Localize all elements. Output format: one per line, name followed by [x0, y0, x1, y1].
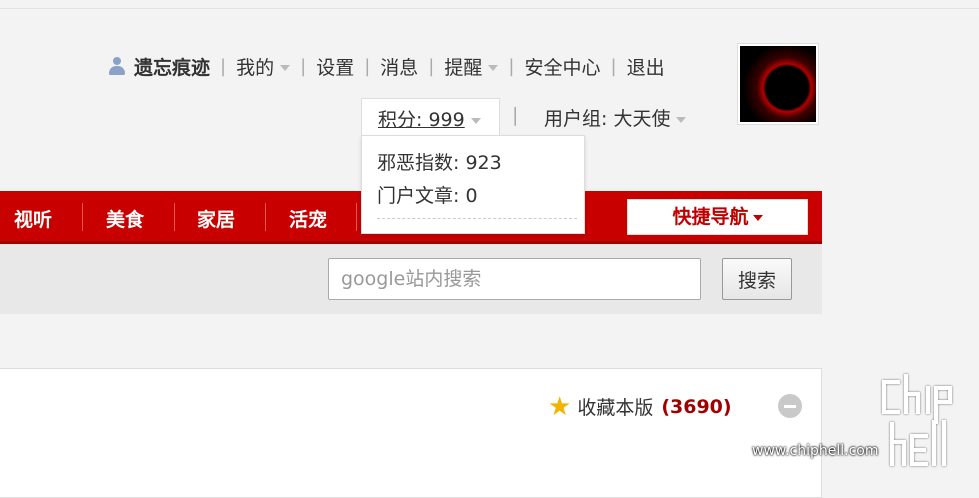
search-button[interactable]: 搜索 [722, 258, 792, 300]
divider: | [220, 55, 227, 77]
nav-item-video[interactable]: 视听 [14, 205, 52, 232]
nav-item-home[interactable]: 家居 [197, 205, 235, 232]
divider: | [512, 104, 519, 126]
chevron-down-icon [280, 65, 291, 71]
watermark-logo [882, 374, 952, 466]
evil-index-item: 邪恶指数: 923 [377, 152, 502, 174]
dropdown-divider [377, 218, 577, 219]
quick-nav-button[interactable]: 快捷导航 [627, 199, 808, 235]
nav-divider [174, 203, 175, 231]
star-icon: ★ [548, 391, 572, 422]
user-bar: 遗忘痕迹 | 我的 | 设置 | 消息 | 提醒 | 安全中心 | 退出 [108, 52, 665, 80]
nav-divider [265, 203, 266, 231]
nav-divider [356, 203, 357, 231]
reminders-link[interactable]: 提醒 [444, 53, 499, 80]
collapse-icon[interactable] [778, 394, 802, 418]
logout-link[interactable]: 退出 [627, 53, 665, 80]
nav-divider [82, 203, 83, 231]
chevron-down-icon [676, 116, 687, 123]
nav-item-food[interactable]: 美食 [106, 205, 144, 232]
my-menu-label: 我的 [236, 56, 275, 79]
favorite-count: (3690) [661, 395, 732, 418]
points-label: 积分: 999 [378, 109, 465, 131]
settings-link[interactable]: 设置 [316, 53, 354, 80]
chevron-down-icon [470, 117, 481, 124]
avatar[interactable] [737, 43, 819, 125]
forum-header-panel: ★ 收藏本版 (3690) [0, 368, 822, 498]
usergroup-label: 用户组: 大天使 [544, 108, 671, 130]
divider: | [300, 55, 307, 77]
my-menu-link[interactable]: 我的 [236, 53, 291, 80]
nav-item-pets[interactable]: 活宠 [289, 205, 327, 232]
divider: | [364, 55, 371, 77]
username-link[interactable]: 遗忘痕迹 [134, 53, 210, 80]
chevron-down-icon [752, 214, 763, 221]
messages-link[interactable]: 消息 [380, 53, 418, 80]
favorite-forum-link[interactable]: ★ 收藏本版 (3690) [548, 393, 732, 420]
points-menu-trigger[interactable]: 积分: 999 [361, 98, 500, 136]
search-bar: 搜索 [0, 244, 822, 314]
divider: | [508, 55, 515, 77]
divider: | [610, 55, 617, 77]
divider: | [428, 55, 435, 77]
points-dropdown: 邪恶指数: 923 门户文章: 0 [361, 135, 585, 234]
security-center-link[interactable]: 安全中心 [524, 53, 600, 80]
search-input[interactable] [328, 258, 701, 300]
avatar-image [740, 46, 816, 122]
favorite-label: 收藏本版 [577, 397, 654, 419]
portal-articles-item: 门户文章: 0 [377, 185, 478, 207]
watermark-url: www.chiphell.com [752, 443, 879, 459]
top-divider [0, 8, 979, 9]
chevron-down-icon [488, 65, 499, 71]
user-icon [108, 57, 126, 75]
quick-nav-label: 快捷导航 [672, 206, 749, 228]
reminders-label: 提醒 [444, 56, 483, 79]
usergroup-menu[interactable]: 用户组: 大天使 [544, 104, 687, 131]
